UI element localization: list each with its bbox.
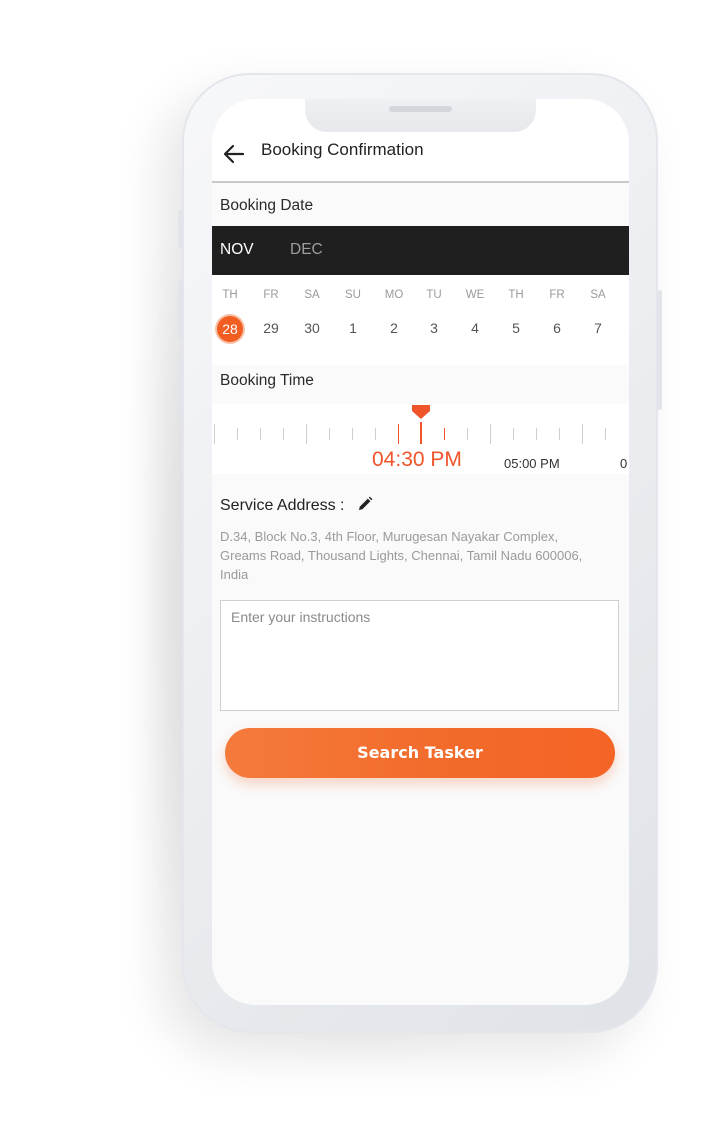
time-ruler-tick xyxy=(559,428,560,440)
instructions-input[interactable]: Enter your instructions xyxy=(220,600,619,711)
next-time-slot[interactable]: 05:00 PM xyxy=(504,456,560,471)
partial-time-slot: 0 xyxy=(620,456,628,471)
day-5[interactable]: 5 xyxy=(496,320,536,336)
day-7[interactable]: 7 xyxy=(578,320,618,336)
time-ruler-tick xyxy=(283,428,284,440)
time-ruler-tick xyxy=(444,428,445,440)
time-ruler-tick xyxy=(536,428,537,440)
time-ruler-tick xyxy=(398,424,399,444)
day-29[interactable]: 29 xyxy=(251,320,291,336)
time-ruler-tick xyxy=(237,428,238,440)
time-ruler-tick xyxy=(306,424,307,444)
month-tab-dec[interactable]: DEC xyxy=(290,241,323,259)
day-name: SU xyxy=(345,289,361,301)
time-ruler-tick xyxy=(352,428,353,440)
day-1[interactable]: 1 xyxy=(333,320,373,336)
time-ruler-tick xyxy=(329,428,330,440)
day-6[interactable]: 6 xyxy=(537,320,577,336)
time-picker[interactable]: 04:30 PM 05:00 PM 0 xyxy=(212,404,629,474)
day-name: TH xyxy=(222,289,238,301)
time-ruler-tick xyxy=(260,428,261,440)
booking-time-label: Booking Time xyxy=(220,372,314,389)
calendar-strip: TH FR SA SU MO TU WE TH FR SA 28 29 30 1… xyxy=(212,275,629,365)
day-name: SA xyxy=(590,289,606,301)
time-ruler-tick xyxy=(490,424,491,444)
phone-power-button xyxy=(657,290,662,410)
time-pointer-icon xyxy=(412,405,430,419)
phone-screen: Booking Confirmation Booking Date NOV DE… xyxy=(212,99,629,1005)
page-title: Booking Confirmation xyxy=(261,140,424,159)
month-selector: NOV DEC xyxy=(212,226,629,275)
phone-notch xyxy=(305,99,536,132)
search-tasker-button[interactable]: Search Tasker xyxy=(225,728,615,778)
day-name: TH xyxy=(508,289,524,301)
time-ruler-tick xyxy=(582,424,583,444)
service-address-label: Service Address : xyxy=(220,497,345,514)
time-indicator-line xyxy=(420,422,422,444)
time-ruler-tick xyxy=(513,428,514,440)
pencil-icon[interactable] xyxy=(357,496,373,512)
time-ruler-tick xyxy=(375,428,376,440)
phone-side-button xyxy=(178,210,183,248)
day-name: FR xyxy=(263,289,279,301)
day-2[interactable]: 2 xyxy=(374,320,414,336)
service-address-text: D.34, Block No.3, 4th Floor, Murugesan N… xyxy=(220,529,583,582)
day-3[interactable]: 3 xyxy=(414,320,454,336)
day-28-selected[interactable]: 28 xyxy=(217,316,243,342)
selected-time: 04:30 PM xyxy=(372,448,462,471)
phone-speaker xyxy=(389,106,452,112)
month-tab-nov[interactable]: NOV xyxy=(220,241,254,259)
time-ruler-tick xyxy=(214,424,215,444)
day-30[interactable]: 30 xyxy=(292,320,332,336)
day-name: SA xyxy=(304,289,320,301)
service-address-title: Service Address : xyxy=(220,496,373,515)
day-4[interactable]: 4 xyxy=(455,320,495,336)
booking-date-label: Booking Date xyxy=(220,197,314,214)
day-name: FR xyxy=(549,289,565,301)
time-ruler-tick xyxy=(467,428,468,440)
phone-volume-up xyxy=(178,280,183,340)
day-name: TU xyxy=(426,289,442,301)
day-name: MO xyxy=(384,289,404,301)
day-name: WE xyxy=(465,289,485,301)
arrow-left-icon[interactable] xyxy=(223,143,245,165)
time-ruler-tick xyxy=(605,428,606,440)
phone-volume-down xyxy=(178,358,183,418)
